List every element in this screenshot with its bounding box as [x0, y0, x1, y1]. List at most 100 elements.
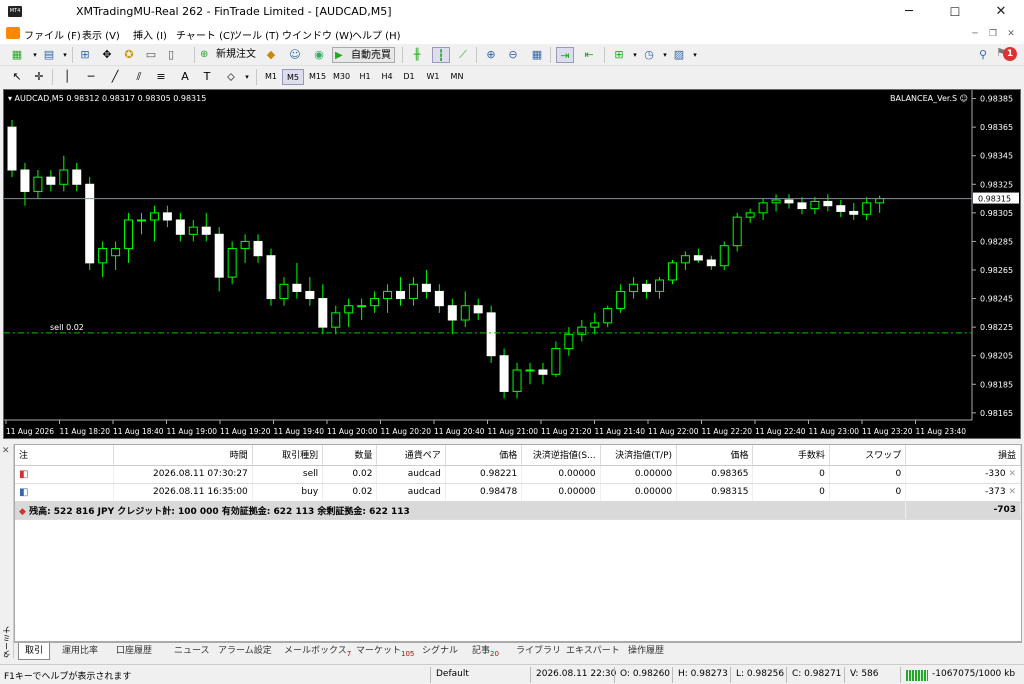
menu-help[interactable]: ヘルプ (H) [352, 27, 401, 42]
market-watch-icon[interactable]: ⊞ [76, 47, 94, 63]
col-profit[interactable]: 損益 [905, 445, 1021, 466]
timeframe-m1[interactable]: M1 [260, 69, 282, 85]
tab-mailbox[interactable]: メールボックス7 [284, 643, 351, 660]
new-order-button[interactable]: ⊕ 新規注文 [198, 47, 256, 63]
connection-status-icon[interactable] [906, 670, 928, 681]
candle-body [823, 200, 833, 207]
timeframe-d1[interactable]: D1 [398, 69, 420, 85]
candle-body [719, 245, 729, 267]
timeframe-m30[interactable]: M30 [330, 69, 353, 85]
close-order-icon[interactable]: ✕ [1008, 469, 1016, 479]
tile-windows-icon[interactable]: ▦ [528, 47, 546, 63]
price-chart[interactable]: 0.98385 0.98365 0.98345 0.98325 0.98305 0.982… [4, 90, 1020, 438]
new-chart-icon[interactable]: ▦ [8, 47, 26, 63]
table-row[interactable]: ◧ 2026.08.11 07:30:27 sell 0.02 audcad 0… [15, 465, 1021, 484]
col-current-price[interactable]: 価格 [676, 445, 754, 466]
col-commission[interactable]: 手数料 [752, 445, 830, 466]
status-bar: F1キーでヘルプが表示されます Default 2026.08.11 22:30… [0, 664, 1024, 684]
templates-dropdown-icon[interactable]: ▾ [686, 47, 704, 63]
tab-exposure[interactable]: 運用比率 [62, 643, 98, 660]
tab-experts[interactable]: エキスパート [566, 643, 620, 660]
vertical-line-icon[interactable]: │ [58, 69, 76, 85]
minimize-button[interactable]: ─ [886, 0, 932, 24]
trendline-icon[interactable]: ╱ [106, 69, 124, 85]
price-axis-label: 0.98265 [980, 266, 1013, 275]
crosshair-icon[interactable]: ✛ [30, 69, 48, 85]
close-button[interactable]: ✕ [978, 0, 1024, 24]
cursor-icon[interactable]: ↖ [8, 69, 26, 85]
timeframe-h1[interactable]: H1 [354, 69, 376, 85]
col-time[interactable]: 時間 [113, 445, 253, 466]
tab-articles[interactable]: 記事20 [472, 643, 499, 660]
col-sl[interactable]: 決済逆指値(S... [521, 445, 601, 466]
zoom-in-icon[interactable]: ⊕ [482, 47, 500, 63]
community-icon[interactable]: ☺ [286, 47, 304, 63]
status-profile[interactable]: Default [436, 669, 469, 679]
table-row[interactable]: ◧ 2026.08.11 16:35:00 buy 0.02 audcad 0.… [15, 483, 1021, 502]
chart-shift-icon[interactable]: ⇤ [580, 47, 598, 63]
tab-alerts[interactable]: アラーム設定 [218, 643, 272, 660]
horizontal-line-icon[interactable]: ─ [82, 69, 100, 85]
arrows-dropdown-icon[interactable]: ▾ [238, 69, 256, 85]
notifications-button[interactable]: ⚑ 1 [996, 46, 1017, 64]
auto-trading-button[interactable]: ▶ 自動売買 [332, 47, 395, 63]
time-axis-label: 11 Aug 22:00 [648, 427, 699, 436]
chart-background [4, 90, 1020, 438]
col-swap[interactable]: スワップ [829, 445, 907, 466]
menu-insert[interactable]: 挿入 (I) [133, 27, 167, 42]
menu-view[interactable]: 表示 (V) [82, 27, 120, 42]
chart-autoscroll-icon[interactable]: ⇥ [556, 47, 574, 63]
order-time: 2026.08.11 07:30:27 [113, 465, 253, 484]
equidistant-channel-icon[interactable]: ⫽ [130, 69, 148, 85]
mdi-restore-button[interactable]: ❐ [986, 28, 1000, 41]
menu-tools[interactable]: ツール (T) [232, 27, 279, 42]
maximize-button[interactable]: ☐ [932, 0, 978, 24]
bar-chart-icon[interactable]: ╫ [408, 47, 426, 63]
strategy-tester-icon[interactable]: ▯ [162, 47, 180, 63]
tab-market[interactable]: マーケット105 [356, 643, 414, 660]
data-window-icon[interactable]: ✥ [98, 47, 116, 63]
tab-journal[interactable]: 操作履歴 [628, 643, 664, 660]
candle-body [357, 305, 367, 308]
timeframe-m5[interactable]: M5 [282, 69, 304, 85]
tab-account-history[interactable]: 口座履歴 [116, 643, 152, 660]
menu-file[interactable]: ファイル (F) [24, 27, 81, 42]
menu-window[interactable]: ウインドウ (W) [282, 27, 353, 42]
close-order-icon[interactable]: ✕ [1008, 487, 1016, 497]
tab-signals[interactable]: シグナル [422, 643, 458, 660]
candle-body [396, 290, 405, 300]
mdi-close-button[interactable]: ✕ [1004, 28, 1018, 41]
col-symbol[interactable]: 通貨ペア [376, 445, 446, 466]
toolbar-separator [72, 47, 73, 63]
tab-library[interactable]: ライブラリ [516, 643, 561, 660]
zoom-out-icon[interactable]: ⊖ [504, 47, 522, 63]
line-chart-icon[interactable]: ⟋ [454, 47, 472, 63]
col-order[interactable]: 注 [15, 445, 115, 466]
status-traffic: -1067075/1000 kb [932, 669, 1016, 679]
terminal-close-icon[interactable]: ✕ [2, 446, 10, 456]
candle-body [149, 212, 159, 221]
terminal-icon[interactable]: ▭ [142, 47, 160, 63]
timeframe-mn[interactable]: MN [446, 69, 468, 85]
col-price[interactable]: 価格 [445, 445, 523, 466]
timeframe-h4[interactable]: H4 [376, 69, 398, 85]
col-type[interactable]: 取引種別 [252, 445, 324, 466]
timeframe-m15[interactable]: M15 [306, 69, 329, 85]
mailbox-badge: 7 [346, 649, 352, 658]
text-label-icon[interactable]: T [198, 69, 216, 85]
tab-news[interactable]: ニュース [174, 643, 210, 660]
text-icon[interactable]: A [176, 69, 194, 85]
col-size[interactable]: 数量 [322, 445, 378, 466]
chart-window[interactable]: 0.98385 0.98365 0.98345 0.98325 0.98305 0.982… [3, 89, 1021, 439]
candlestick-icon[interactable]: ┇ [432, 47, 450, 63]
tab-trade[interactable]: 取引 [18, 643, 51, 660]
navigator-icon[interactable]: ✪ [120, 47, 138, 63]
col-tp[interactable]: 決済指値(T/P) [600, 445, 678, 466]
mdi-minimize-button[interactable]: ─ [968, 28, 982, 41]
search-icon[interactable]: ⚲ [974, 47, 992, 63]
signals-icon[interactable]: ◉ [310, 47, 328, 63]
metaeditor-icon[interactable]: ◆ [262, 47, 280, 63]
timeframe-w1[interactable]: W1 [422, 69, 444, 85]
fibonacci-icon[interactable]: ≡ [152, 69, 170, 85]
menu-chart[interactable]: チャート (C) [176, 27, 234, 42]
